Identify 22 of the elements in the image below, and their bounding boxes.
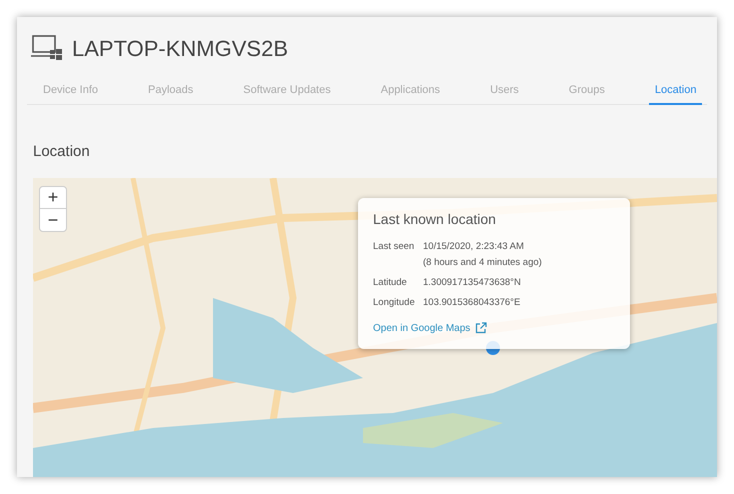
field-label: Last seen [373,240,416,254]
field-value: 1.300917135473638°N [423,276,521,290]
tab[interactable]: Payloads [142,77,200,105]
external-link-icon [475,322,488,334]
field-label: Longitude [373,296,416,310]
zoom-in-button[interactable]: + [40,186,66,208]
section-heading: Location [33,142,91,162]
tab[interactable]: Software Updates [237,77,337,105]
tab[interactable]: Location [648,77,702,105]
relative-time: (8 hours and 4 minutes ago) [423,256,542,270]
device-title: LAPTOP-KNMGVS2B [72,34,288,62]
tab[interactable]: Applications [374,77,446,105]
field-value: 10/15/2020, 2:23:43 AM [423,240,525,254]
laptop-windows-icon [30,34,64,62]
tab[interactable]: Users [484,77,525,105]
tab[interactable]: Groups [562,77,611,105]
google-maps-link[interactable]: Open in Google Maps [373,320,488,336]
field-value: 103.9015368043376°E [423,296,520,310]
field-label: Latitude [373,276,408,290]
tab[interactable]: Device Info [37,77,104,105]
popup-title: Last known location [373,210,497,228]
zoom-out-button[interactable]: − [40,208,66,230]
